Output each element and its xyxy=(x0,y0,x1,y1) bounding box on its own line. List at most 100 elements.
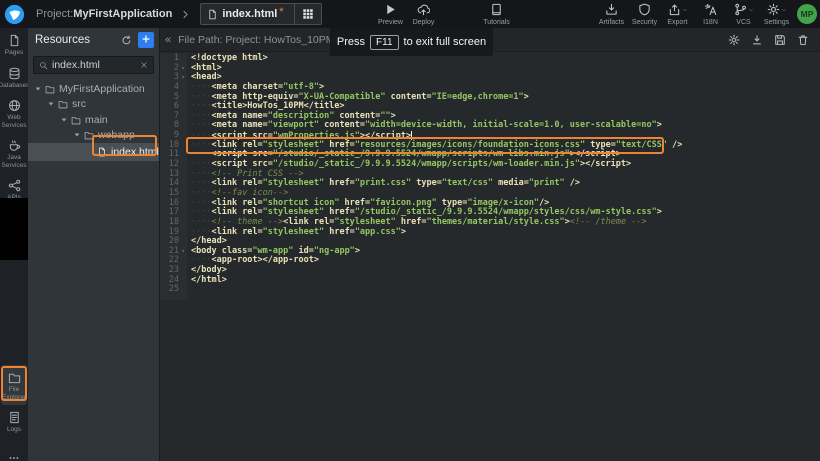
caret-down-icon[interactable] xyxy=(60,116,68,124)
search-icon xyxy=(39,61,48,70)
download-icon[interactable] xyxy=(751,34,763,46)
tree-label: index.html xyxy=(111,146,159,158)
plug-icon xyxy=(8,179,21,192)
chevron-right-icon xyxy=(180,9,191,20)
topbar-button-export[interactable]: Export xyxy=(661,3,694,26)
grid-icon[interactable] xyxy=(295,8,321,20)
top-bar: Project:MyFirstApplication index.html * … xyxy=(0,0,820,28)
f11-keycap: F11 xyxy=(370,35,399,50)
fold-toggle[interactable]: ▾ xyxy=(179,73,187,83)
tree-row-src[interactable]: src xyxy=(28,97,159,113)
user-avatar[interactable]: MP xyxy=(797,4,817,24)
notification-prefix: Press xyxy=(337,36,365,48)
tree-row-main[interactable]: main xyxy=(28,112,159,128)
sidebar-item-java-services[interactable]: Java Services xyxy=(0,133,28,173)
code-line-2[interactable]: <html> xyxy=(191,64,820,74)
code-editor[interactable]: 12▾3▾456789101112131415161718192021▾2223… xyxy=(160,52,820,461)
sidebar-item-web-services[interactable]: Web Services xyxy=(0,93,28,133)
sidebar-spacer xyxy=(0,198,28,260)
cloud-up-icon xyxy=(417,3,430,16)
logs-icon xyxy=(8,411,21,424)
topbar-button-preview[interactable]: Preview xyxy=(374,3,407,26)
tray-down-icon xyxy=(605,3,618,16)
sidebar-bottom-group: File ExplorerLogs xyxy=(0,365,28,438)
sidebar-item-file-explorer[interactable]: File Explorer xyxy=(1,365,27,405)
coffee-icon xyxy=(8,139,21,152)
tab-label: index.html xyxy=(222,8,277,20)
resources-title: Resources xyxy=(35,34,121,46)
topbar-button-settings[interactable]: Settings xyxy=(760,3,793,26)
caret-down-icon[interactable] xyxy=(47,100,55,108)
collapse-panel-icon[interactable]: « xyxy=(165,34,171,46)
plus-icon xyxy=(141,31,151,49)
trash-icon[interactable] xyxy=(797,34,809,46)
ide-window: Project:MyFirstApplication index.html * … xyxy=(0,0,820,461)
line-number-gutter: 12▾3▾456789101112131415161718192021▾2223… xyxy=(160,54,187,300)
sidebar-bottom-items: File ExplorerLogs xyxy=(0,365,28,461)
tree-row-index-html[interactable]: index.html xyxy=(28,143,159,161)
fullscreen-notification: Press F11 to exit full screen xyxy=(330,28,493,56)
file-tree: MyFirstApplicationsrcmain webapp index.htm… xyxy=(28,81,159,161)
refresh-icon[interactable] xyxy=(121,35,132,46)
left-sidebar: PagesDatabasesWeb ServicesJava ServicesA… xyxy=(0,28,28,461)
folder-icon xyxy=(58,99,68,109)
sidebar-item-pages[interactable]: Pages xyxy=(0,28,28,61)
code-line-22[interactable]: ····<app-root></app-root> xyxy=(191,256,820,266)
topbar-button-tutorials[interactable]: Tutorials xyxy=(480,3,513,26)
add-resource-button[interactable] xyxy=(138,32,154,48)
globe-icon xyxy=(8,99,21,112)
tree-row-myfirstapplication[interactable]: MyFirstApplication xyxy=(28,81,159,97)
tree-label: main xyxy=(85,114,108,126)
code-line-25[interactable] xyxy=(191,285,820,295)
page-icon xyxy=(8,34,21,47)
text-cursor xyxy=(411,131,412,140)
sidebar-item-logs[interactable]: Logs xyxy=(0,405,28,438)
play-icon xyxy=(384,3,397,16)
project-prefix: Project: xyxy=(36,8,73,20)
project-name: MyFirstApplication xyxy=(73,8,172,20)
gear-icon[interactable] xyxy=(728,34,740,46)
code-line-23[interactable]: </body> xyxy=(191,266,820,276)
search-input[interactable] xyxy=(48,59,140,71)
topbar-button-security[interactable]: Security xyxy=(628,3,661,26)
code-line-8[interactable]: ····<meta name="viewport" content="width… xyxy=(191,121,820,131)
topbar-actions-left: PreviewDeploy Tutorials xyxy=(374,3,513,26)
code-area[interactable]: <!doctype html><html><head>····<meta cha… xyxy=(191,54,820,295)
fold-toggle[interactable]: ▾ xyxy=(179,247,187,257)
line-number-25: 25 xyxy=(160,285,187,295)
topbar-button-artifacts[interactable]: Artifacts xyxy=(595,3,628,26)
database-icon xyxy=(8,67,21,80)
project-breadcrumb: Project:MyFirstApplication xyxy=(36,8,172,20)
folder-icon xyxy=(71,115,81,125)
folder-icon xyxy=(84,130,94,140)
chevron-down-icon xyxy=(781,7,787,13)
branch-icon xyxy=(734,3,754,16)
tree-row-webapp[interactable]: webapp xyxy=(28,128,159,144)
code-line-24[interactable]: </html> xyxy=(191,276,820,286)
resource-search xyxy=(33,56,154,74)
caret-down-icon[interactable] xyxy=(34,85,42,93)
tab-index-html[interactable]: index.html * xyxy=(200,3,321,25)
file-icon xyxy=(97,147,107,157)
topbar-button-vcs[interactable]: VCS xyxy=(727,3,760,26)
code-line-19[interactable]: ····<link rel="stylesheet" href="app.css… xyxy=(191,228,820,238)
topbar-actions-right: ArtifactsSecurityExportI18NVCSSettings xyxy=(595,3,793,26)
resources-header: Resources xyxy=(28,28,159,50)
topbar-button-deploy[interactable]: Deploy xyxy=(407,3,440,26)
file-icon xyxy=(201,9,222,20)
code-line-1[interactable]: <!doctype html> xyxy=(191,54,820,64)
clear-search-icon[interactable] xyxy=(140,61,148,69)
tree-label: webapp xyxy=(98,129,135,141)
resources-panel: Resources MyFirstApplicationsrcmain webap… xyxy=(28,28,160,461)
topbar-button-i18n[interactable]: I18N xyxy=(694,3,727,26)
chevron-down-icon xyxy=(682,7,688,13)
fold-toggle[interactable]: ▾ xyxy=(179,64,187,74)
export-up-icon xyxy=(668,3,688,16)
chevron-down-icon xyxy=(748,7,754,13)
notification-suffix: to exit full screen xyxy=(404,36,487,48)
folder-icon xyxy=(45,84,55,94)
sidebar-item-databases[interactable]: Databases xyxy=(0,61,28,94)
caret-down-icon[interactable] xyxy=(73,131,81,139)
more-menu-button[interactable] xyxy=(0,451,28,461)
save-icon[interactable] xyxy=(774,34,786,46)
